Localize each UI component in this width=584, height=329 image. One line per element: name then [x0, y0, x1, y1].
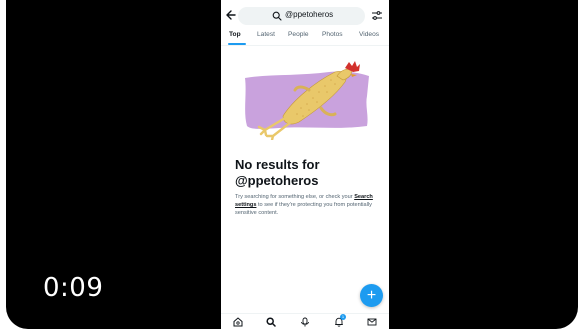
video-frame: 0:09 @ppetoheros Top Latest People Photo…: [6, 0, 578, 329]
notification-badge: 1: [340, 314, 346, 320]
compose-button[interactable]: +: [360, 284, 383, 307]
spaces-icon[interactable]: [300, 317, 310, 327]
video-timestamp: 0:09: [43, 273, 104, 303]
search-tabs: Top Latest People Photos Videos: [221, 28, 389, 46]
search-query: @ppetoheros: [285, 10, 334, 19]
back-arrow-icon[interactable]: [225, 8, 237, 22]
tab-videos[interactable]: Videos: [359, 31, 379, 38]
tab-latest[interactable]: Latest: [257, 31, 275, 38]
messages-icon[interactable]: [367, 317, 377, 327]
search-icon: [272, 11, 282, 21]
bottom-navigation: [221, 313, 389, 329]
tab-photos[interactable]: Photos: [322, 31, 343, 38]
tab-top[interactable]: Top: [229, 31, 241, 38]
rubber-chicken-illustration: [245, 61, 369, 140]
filter-settings-icon[interactable]: [371, 10, 383, 21]
search-header: @ppetoheros: [221, 4, 389, 28]
tab-people[interactable]: People: [288, 31, 309, 38]
description-text-start: Try searching for something else, or che…: [235, 194, 355, 200]
home-icon[interactable]: [233, 317, 243, 327]
phone-screen: @ppetoheros Top Latest People Photos Vid…: [221, 0, 389, 329]
no-results-description: Try searching for something else, or che…: [235, 193, 385, 218]
search-input[interactable]: @ppetoheros: [238, 7, 365, 25]
description-text-end: to see if they're protecting you from po…: [235, 202, 372, 217]
no-results-title: No results for @ppetoheros: [235, 157, 320, 188]
search-icon[interactable]: [266, 317, 276, 327]
tabs-divider: [221, 45, 389, 46]
